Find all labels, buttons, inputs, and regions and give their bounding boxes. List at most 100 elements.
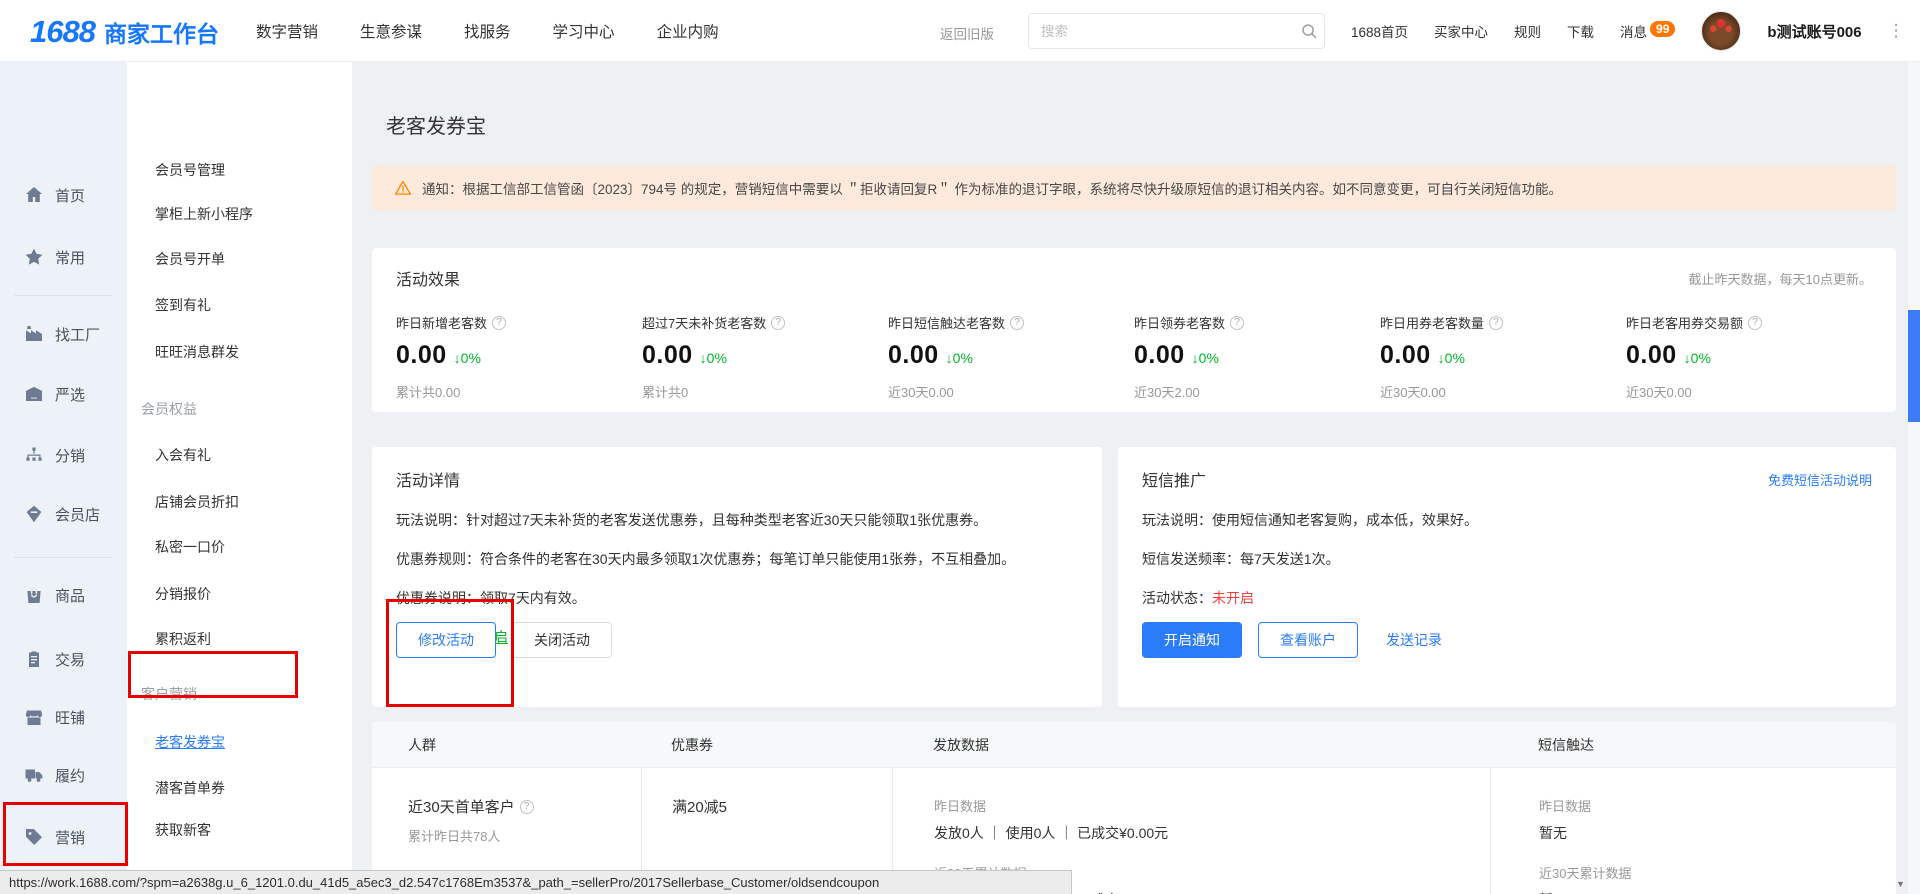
menu-item-shopkeeper-miniapp[interactable]: 掌柜上新小程序 bbox=[155, 204, 253, 224]
help-icon[interactable]: ? bbox=[1489, 316, 1503, 330]
menu-item-acquire-new-customers[interactable]: 获取新客 bbox=[155, 820, 211, 840]
send-line-yesterday: 发放0人 ｜ 使用0人 ｜ 已成交¥0.00元 bbox=[934, 823, 1490, 843]
nav-find-services[interactable]: 找服务 bbox=[464, 20, 511, 42]
metric-value: 0.00 bbox=[642, 341, 693, 370]
scrollbar-thumb[interactable] bbox=[1908, 310, 1920, 422]
detail-coupon-note: 优惠券说明：领取7天内有效。 bbox=[396, 588, 1078, 608]
warning-icon bbox=[394, 179, 412, 197]
send-record-link[interactable]: 发送记录 bbox=[1386, 630, 1442, 650]
menu-item-prospect-first-order-coupon[interactable]: 潜客首单券 bbox=[155, 778, 225, 798]
help-icon[interactable]: ? bbox=[1748, 316, 1762, 330]
link-1688-home[interactable]: 1688首页 bbox=[1351, 21, 1408, 41]
metric-coupon-claimed: 昨日领券老客数? 0.00↓0% 近30天2.00 bbox=[1134, 313, 1380, 401]
sidebar-item-marketing[interactable]: 营销 bbox=[0, 822, 127, 852]
menu-item-distribution-quote[interactable]: 分销报价 bbox=[155, 584, 211, 604]
scroll-down-arrow-icon[interactable]: ▼ bbox=[1896, 879, 1905, 889]
nav-enterprise-purchase[interactable]: 企业内购 bbox=[657, 20, 719, 42]
metric-row: 昨日新增老客数? 0.00↓0% 累计共0.00 超过7天未补货老客数? 0.0… bbox=[396, 313, 1872, 401]
menu-item-store-member-discount[interactable]: 店铺会员折扣 bbox=[155, 492, 239, 512]
data-update-note: 截止昨天数据，每天10点更新。 bbox=[1689, 269, 1872, 288]
metric-value: 0.00 bbox=[1380, 341, 1431, 370]
menu-item-wangwang-broadcast[interactable]: 旺旺消息群发 bbox=[155, 342, 239, 362]
col-header-audience: 人群 bbox=[372, 735, 641, 755]
status-url-text: https://work.1688.com/?spm=a2638g.u_6_12… bbox=[9, 875, 879, 890]
logo-1688[interactable]: 1688 商家工作台 bbox=[30, 14, 219, 50]
top-bar: 1688 商家工作台 数字营销 生意参谋 找服务 学习中心 企业内购 返回旧版 … bbox=[0, 0, 1920, 62]
sidebar-item-distribution[interactable]: 分销 bbox=[0, 440, 127, 470]
metric-delta: ↓0% bbox=[1438, 350, 1465, 366]
link-messages[interactable]: 消息 99 bbox=[1620, 21, 1675, 41]
account-avatar[interactable] bbox=[1701, 11, 1741, 51]
sidebar-item-fulfillment[interactable]: 履约 bbox=[0, 760, 127, 790]
sms-label-yesterday: 昨日数据 bbox=[1539, 796, 1894, 815]
metric-sub: 近30天2.00 bbox=[1134, 382, 1380, 401]
clipboard-icon bbox=[24, 649, 44, 669]
detail-play-description: 玩法说明：针对超过7天未补货的老客发送优惠券，且每种类型老客近30天只能领取1张… bbox=[396, 510, 1078, 530]
tag-icon bbox=[24, 827, 44, 847]
sidebar-item-products[interactable]: 商品 bbox=[0, 580, 127, 610]
activity-effect-card: 活动效果 截止昨天数据，每天10点更新。 昨日新增老客数? 0.00↓0% 累计… bbox=[372, 248, 1896, 412]
scrollbar-track[interactable] bbox=[1908, 62, 1920, 894]
sidebar-item-home[interactable]: 首页 bbox=[0, 180, 127, 210]
detail-coupon-rule: 优惠券规则：符合条件的老客在30天内最多领取1次优惠券；每笔订单只能使用1张券，… bbox=[396, 549, 1078, 569]
nav-business-advisor[interactable]: 生意参谋 bbox=[360, 20, 422, 42]
sidebar-item-find-factory[interactable]: 找工厂 bbox=[0, 319, 127, 349]
metric-value: 0.00 bbox=[1626, 341, 1677, 370]
search-input[interactable] bbox=[1029, 24, 1294, 39]
back-to-old-version-link[interactable]: 返回旧版 bbox=[940, 23, 994, 43]
sidebar-divider bbox=[14, 557, 112, 558]
link-buyer-center[interactable]: 买家中心 bbox=[1434, 21, 1488, 41]
help-icon[interactable]: ? bbox=[1230, 316, 1244, 330]
help-icon[interactable]: ? bbox=[520, 800, 534, 814]
audience-name: 近30天首单客户 bbox=[408, 796, 515, 817]
sidebar-item-shop[interactable]: 旺铺 bbox=[0, 702, 127, 732]
enable-notification-button[interactable]: 开启通知 bbox=[1142, 622, 1242, 658]
menu-item-old-customer-coupon[interactable]: 老客发券宝 bbox=[155, 732, 225, 752]
menu-group-customer-marketing: 客户营销 bbox=[141, 684, 197, 704]
metric-delta: ↓0% bbox=[1192, 350, 1219, 366]
effect-section-title: 活动效果 bbox=[396, 266, 460, 290]
sms-reach-cell: 昨日数据 暂无 近30天累计数据 暂无 bbox=[1490, 768, 1894, 894]
view-account-button[interactable]: 查看账户 bbox=[1258, 622, 1358, 658]
menu-item-cumulative-rebate[interactable]: 累积返利 bbox=[155, 629, 211, 649]
metric-coupon-gmv: 昨日老客用券交易额? 0.00↓0% 近30天0.00 bbox=[1626, 313, 1872, 401]
notice-banner: 通知：根据工信部工信管函〔2023〕794号 的规定，营销短信中需要以 ＂拒收请… bbox=[372, 166, 1896, 210]
menu-item-private-price[interactable]: 私密一口价 bbox=[155, 537, 225, 557]
sidebar-item-strict-selection[interactable]: 严选 bbox=[0, 379, 127, 409]
sidebar-item-trade[interactable]: 交易 bbox=[0, 644, 127, 674]
help-icon[interactable]: ? bbox=[1010, 316, 1024, 330]
col-header-send-data: 发放数据 bbox=[892, 735, 1490, 755]
metric-value: 0.00 bbox=[1134, 341, 1185, 370]
link-rules[interactable]: 规则 bbox=[1514, 21, 1541, 41]
truck-icon bbox=[24, 765, 44, 785]
nav-digital-marketing[interactable]: 数字营销 bbox=[256, 20, 318, 42]
search-box bbox=[1028, 13, 1325, 49]
bag-icon bbox=[24, 585, 44, 605]
menu-item-join-gift[interactable]: 入会有礼 bbox=[155, 445, 211, 465]
nav-learning-center[interactable]: 学习中心 bbox=[553, 20, 615, 42]
sidebar-divider bbox=[14, 295, 112, 296]
metric-value: 0.00 bbox=[396, 341, 447, 370]
link-download[interactable]: 下载 bbox=[1567, 21, 1594, 41]
warehouse-icon bbox=[24, 384, 44, 404]
sidebar-item-member-store[interactable]: 会员店 bbox=[0, 499, 127, 529]
menu-item-member-account-mgmt[interactable]: 会员号管理 bbox=[155, 160, 225, 180]
help-icon[interactable]: ? bbox=[771, 316, 785, 330]
sidebar-item-favorites[interactable]: 常用 bbox=[0, 242, 127, 272]
account-name[interactable]: b测试账号006 bbox=[1767, 21, 1861, 42]
top-links: 1688首页 买家中心 规则 下载 消息 99 b测试账号006 ⋮ bbox=[1351, 0, 1905, 62]
sms-status-line: 活动状态：未开启 bbox=[1142, 588, 1872, 608]
menu-item-member-billing[interactable]: 会员号开单 bbox=[155, 249, 225, 269]
send-label-yesterday: 昨日数据 bbox=[934, 796, 1490, 815]
metric-7day-no-restock: 超过7天未补货老客数? 0.00↓0% 累计共0 bbox=[642, 313, 888, 401]
close-activity-button[interactable]: 关闭活动 bbox=[512, 622, 612, 658]
free-sms-help-link[interactable]: 免费短信活动说明 bbox=[1768, 470, 1872, 489]
metric-sub: 近30天0.00 bbox=[1626, 382, 1872, 401]
more-menu-icon[interactable]: ⋮ bbox=[1888, 21, 1905, 41]
menu-item-checkin-gift[interactable]: 签到有礼 bbox=[155, 295, 211, 315]
help-icon[interactable]: ? bbox=[492, 316, 506, 330]
metric-delta: ↓0% bbox=[700, 350, 727, 366]
modify-activity-button[interactable]: 修改活动 bbox=[396, 622, 496, 658]
secondary-sidebar: 会员号管理 掌柜上新小程序 会员号开单 签到有礼 旺旺消息群发 会员权益 入会有… bbox=[127, 62, 352, 894]
search-icon[interactable] bbox=[1294, 22, 1324, 40]
